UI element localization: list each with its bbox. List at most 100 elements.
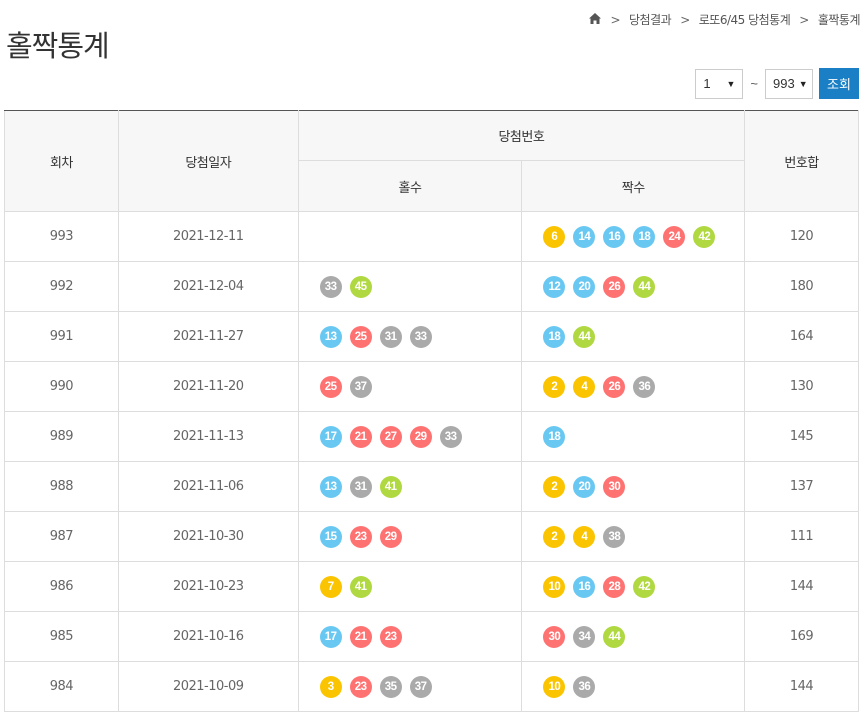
table-row: 988 2021-11-06 13 31 41 2 20 30 137: [4, 461, 859, 512]
even-numbers-cell: 18 44: [521, 311, 746, 362]
date-cell: 2021-12-11: [117, 211, 299, 262]
date-cell: 2021-11-06: [117, 461, 299, 512]
number-ball: 17: [319, 625, 342, 648]
home-icon[interactable]: [589, 12, 602, 27]
even-numbers-cell: 2 20 30: [521, 461, 746, 512]
sum-cell: 180: [744, 261, 859, 312]
table-row: 987 2021-10-30 15 23 29 2 4 38 111: [4, 511, 859, 562]
round-cell: 991: [4, 311, 119, 362]
number-ball: 25: [319, 375, 342, 398]
date-cell: 2021-12-04: [117, 261, 299, 312]
end-round-value: 993: [773, 76, 795, 91]
number-ball: 37: [349, 375, 372, 398]
number-ball: 29: [379, 525, 402, 548]
odd-numbers-cell: 17 21 27 29 33: [297, 411, 523, 462]
number-ball: 44: [573, 325, 596, 348]
round-cell: 984: [4, 661, 119, 712]
number-ball: 28: [603, 575, 626, 598]
caret-down-icon: ▼: [726, 78, 736, 89]
chevron-right-icon: >: [680, 12, 690, 27]
header-date: 당첨일자: [117, 110, 299, 212]
number-ball: 17: [319, 425, 342, 448]
breadcrumb-item-odd-even[interactable]: 홀짝통계: [818, 11, 861, 28]
even-numbers-cell: 6 14 16 18 24 42: [521, 211, 746, 262]
odd-numbers-cell: 3 23 35 37: [297, 661, 523, 712]
number-ball: 3: [319, 675, 342, 698]
date-cell: 2021-10-16: [117, 611, 299, 662]
search-button[interactable]: 조회: [819, 68, 859, 99]
number-ball: 20: [573, 275, 596, 298]
odd-numbers-cell: 7 41: [297, 561, 523, 612]
start-round-value: 1: [703, 76, 711, 91]
range-separator: ~: [750, 76, 758, 91]
header-odd: 홀수: [297, 160, 523, 212]
number-ball: 21: [349, 425, 372, 448]
number-ball: 27: [379, 425, 402, 448]
even-numbers-cell: 12 20 26 44: [521, 261, 746, 312]
round-cell: 988: [4, 461, 119, 512]
number-ball: 14: [573, 225, 596, 248]
number-ball: 18: [543, 325, 566, 348]
odd-numbers-cell: 33 45: [297, 261, 523, 312]
number-ball: 45: [349, 275, 372, 298]
breadcrumb: > 당첨결과 > 로또6/45 당첨통계 > 홀짝통계: [589, 11, 861, 28]
breadcrumb-item-lotto-stats[interactable]: 로또6/45 당첨통계: [699, 11, 791, 28]
table-row: 992 2021-12-04 33 45 12 20 26 44 180: [4, 261, 859, 312]
table-row: 989 2021-11-13 17 21 27 29 33 18 145: [4, 411, 859, 462]
start-round-select[interactable]: 1 ▼: [695, 68, 744, 99]
number-ball: 36: [573, 675, 596, 698]
sum-cell: 111: [744, 511, 859, 562]
number-ball: 2: [543, 375, 566, 398]
table-body: 993 2021-12-11 6 14 16 18 24 42 120 992 2021-12-04…: [4, 211, 859, 712]
number-ball: 31: [349, 475, 372, 498]
sum-cell: 144: [744, 661, 859, 712]
number-ball: 29: [409, 425, 432, 448]
chevron-right-icon: >: [799, 12, 809, 27]
number-ball: 34: [573, 625, 596, 648]
table-row: 990 2021-11-20 25 37 2 4 26 36 130: [4, 361, 859, 412]
number-ball: 18: [633, 225, 656, 248]
even-numbers-cell: 10 36: [521, 661, 746, 712]
header-numbers: 당첨번호: [297, 110, 746, 161]
date-cell: 2021-11-20: [117, 361, 299, 412]
round-cell: 992: [4, 261, 119, 312]
number-ball: 23: [349, 675, 372, 698]
odd-even-table: 회차 당첨일자 당첨번호 번호합 홀수 짝수 993 2021-12-11 6 14 1…: [4, 110, 859, 712]
number-ball: 10: [543, 675, 566, 698]
date-cell: 2021-10-30: [117, 511, 299, 562]
number-ball: 25: [349, 325, 372, 348]
even-numbers-cell: 18: [521, 411, 746, 462]
number-ball: 37: [409, 675, 432, 698]
number-ball: 41: [379, 475, 402, 498]
round-cell: 990: [4, 361, 119, 412]
number-ball: 23: [349, 525, 372, 548]
odd-numbers-cell: 25 37: [297, 361, 523, 412]
date-cell: 2021-10-23: [117, 561, 299, 612]
sum-cell: 164: [744, 311, 859, 362]
round-cell: 993: [4, 211, 119, 262]
round-cell: 989: [4, 411, 119, 462]
table-row: 986 2021-10-23 7 41 10 16 28 42 144: [4, 561, 859, 612]
end-round-select[interactable]: 993 ▼: [765, 68, 813, 99]
header-sum: 번호합: [744, 110, 859, 212]
round-range-controls: 1 ▼ ~ 993 ▼ 조회: [695, 68, 859, 99]
header-round: 회차: [4, 110, 119, 212]
number-ball: 26: [603, 375, 626, 398]
number-ball: 33: [409, 325, 432, 348]
number-ball: 30: [603, 475, 626, 498]
table-row: 991 2021-11-27 13 25 31 33 18 44 164: [4, 311, 859, 362]
round-cell: 987: [4, 511, 119, 562]
table-row: 985 2021-10-16 17 21 23 30 34 44 169: [4, 611, 859, 662]
caret-down-icon: ▼: [798, 78, 808, 89]
date-cell: 2021-11-13: [117, 411, 299, 462]
number-ball: 21: [349, 625, 372, 648]
number-ball: 38: [603, 525, 626, 548]
even-numbers-cell: 10 16 28 42: [521, 561, 746, 612]
table-row: 984 2021-10-09 3 23 35 37 10 36 144: [4, 661, 859, 712]
number-ball: 18: [543, 425, 566, 448]
odd-numbers-cell: 15 23 29: [297, 511, 523, 562]
breadcrumb-item-results[interactable]: 당첨결과: [629, 11, 672, 28]
number-ball: 42: [693, 225, 716, 248]
round-cell: 985: [4, 611, 119, 662]
date-cell: 2021-11-27: [117, 311, 299, 362]
